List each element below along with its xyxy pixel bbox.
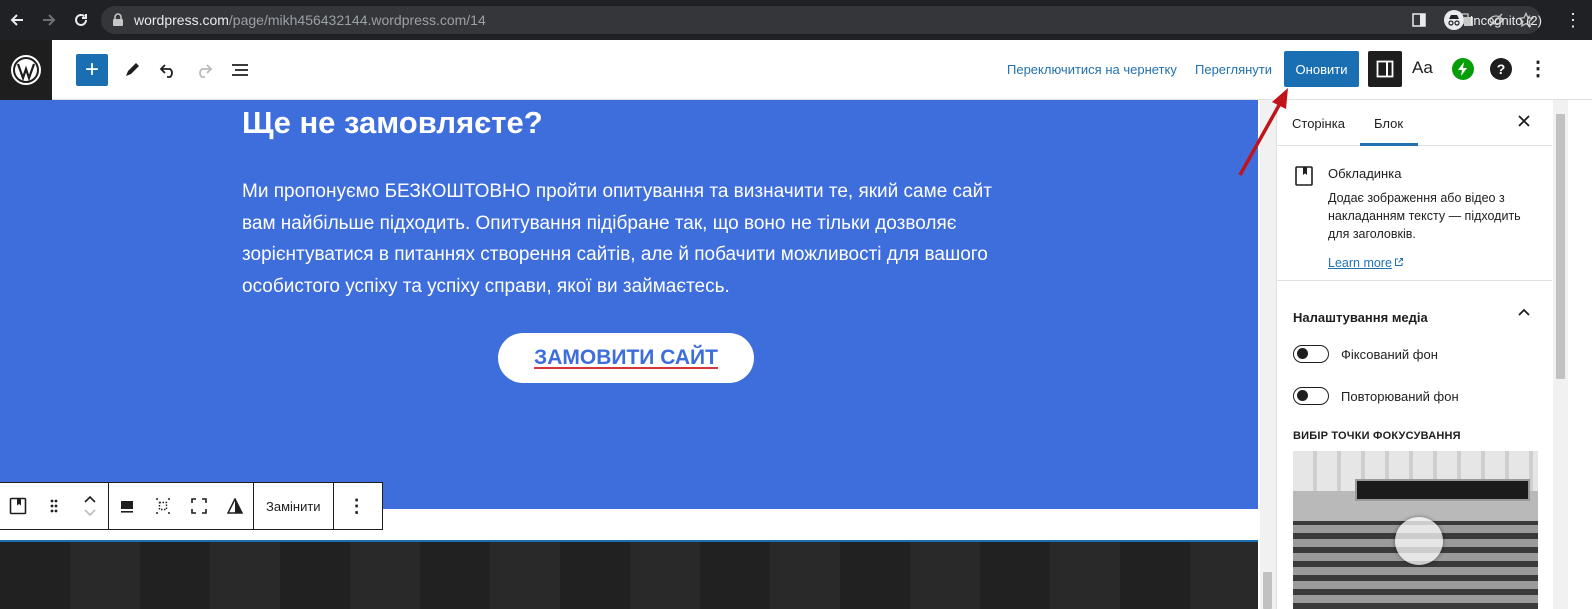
cover-block-type-icon[interactable] (0, 483, 36, 529)
redo-icon[interactable] (188, 54, 220, 86)
block-toolbar: Замінити ⋮ (0, 482, 383, 530)
fixed-background-row: Фіксований фон (1293, 345, 1438, 363)
address-bar[interactable]: wordpress.com/page/mikh456432144.wordpre… (101, 6, 1541, 34)
profile-label: Incognito (2) (1469, 12, 1542, 28)
full-height-icon[interactable] (181, 483, 217, 529)
fixed-background-label: Фіксований фон (1341, 346, 1438, 362)
styles-button[interactable]: Aa (1412, 58, 1433, 78)
tools-pencil-icon[interactable] (116, 54, 148, 86)
cover-block[interactable]: Ще не замовляєте? Ми пропонуємо БЕЗКОШТО… (0, 100, 1258, 509)
close-icon[interactable] (1517, 112, 1531, 133)
jetpack-icon[interactable] (1452, 58, 1474, 80)
side-panel-icon[interactable] (1404, 6, 1434, 34)
sidebar-tabs: Сторінка Блок (1277, 100, 1552, 146)
settings-sidebar-toggle-icon[interactable] (1368, 51, 1402, 87)
order-site-button[interactable]: ЗАМОВИТИ САЙТ (498, 333, 754, 383)
switch-to-draft-link[interactable]: Переключитися на чернетку (1007, 62, 1177, 77)
repeated-background-toggle[interactable] (1293, 387, 1329, 405)
duotone-filter-icon[interactable] (217, 483, 253, 529)
undo-icon[interactable] (152, 54, 184, 86)
settings-sidebar: Сторінка Блок Обкладинка Додає зображенн… (1276, 100, 1552, 609)
help-icon[interactable]: ? (1490, 58, 1512, 80)
picker-image-board (1355, 479, 1530, 501)
cover-background-image (0, 542, 1258, 609)
repeated-background-label: Повторюваний фон (1341, 388, 1459, 404)
move-up-down-icon[interactable] (72, 483, 108, 529)
block-description: Додає зображення або відео з накладанням… (1328, 191, 1521, 241)
cover-block-icon (1295, 166, 1313, 186)
canvas-scroll-thumb[interactable] (1263, 572, 1272, 609)
back-icon[interactable] (2, 5, 32, 35)
canvas-scrollbar[interactable] (1260, 100, 1276, 609)
focal-point-label: ВИБІР ТОЧКИ ФОКУСУВАННЯ (1293, 430, 1461, 442)
fixed-background-toggle[interactable] (1293, 345, 1329, 363)
block-card: Обкладинка Додає зображення або відео з … (1277, 146, 1552, 281)
update-button[interactable]: Оновити (1284, 51, 1359, 87)
block-options-icon[interactable]: ⋮ (334, 483, 380, 529)
document-overview-icon[interactable] (224, 54, 256, 86)
focal-point-handle[interactable] (1395, 517, 1443, 565)
block-title: Обкладинка (1328, 166, 1402, 181)
url-host: wordpress.com (134, 12, 229, 28)
incognito-icon (1443, 10, 1464, 30)
forward-icon[interactable] (34, 5, 64, 35)
align-content-icon[interactable] (109, 483, 145, 529)
browser-toolbar: wordpress.com/page/mikh456432144.wordpre… (0, 0, 1592, 40)
external-link-icon (1394, 258, 1403, 266)
reload-icon[interactable] (66, 5, 96, 35)
editor-canvas: Ще не замовляєте? Ми пропонуємо БЕЗКОШТО… (0, 100, 1260, 609)
chrome-menu-icon[interactable]: ⋮ (1558, 6, 1588, 34)
lock-icon (113, 13, 123, 26)
cover-heading[interactable]: Ще не замовляєте? (242, 105, 543, 141)
block-inserter-button[interactable]: + (76, 54, 108, 86)
drag-handle-icon[interactable] (36, 483, 72, 529)
learn-more-link[interactable]: Learn more (1328, 256, 1404, 270)
wordpress-logo-icon[interactable] (0, 40, 52, 100)
repeated-background-row: Повторюваний фон (1293, 387, 1459, 405)
sidebar-scroll-thumb[interactable] (1556, 114, 1565, 379)
focal-point-picker[interactable] (1293, 451, 1538, 609)
replace-button[interactable]: Замінити (254, 483, 333, 529)
tab-page[interactable]: Сторінка (1292, 116, 1345, 131)
tab-block[interactable]: Блок (1374, 116, 1403, 131)
chevron-up-icon[interactable] (1517, 306, 1531, 325)
url-path: /page/mikh456432144.wordpress.com/14 (228, 12, 486, 28)
align-full-icon[interactable] (145, 483, 181, 529)
editor-header: + Переключитися на чернетку Переглянути … (0, 40, 1592, 100)
media-settings-title[interactable]: Налаштування медіа (1293, 310, 1428, 325)
preview-link[interactable]: Переглянути (1195, 62, 1272, 77)
options-menu-icon[interactable]: ⋮ (1528, 56, 1548, 81)
incognito-profile[interactable]: Incognito (2) (1440, 7, 1552, 33)
selected-cover-block[interactable] (0, 540, 1258, 609)
cover-paragraph[interactable]: Ми пропонуємо БЕЗКОШТОВНО пройти опитува… (242, 176, 1022, 302)
sidebar-scrollbar[interactable] (1553, 100, 1568, 609)
